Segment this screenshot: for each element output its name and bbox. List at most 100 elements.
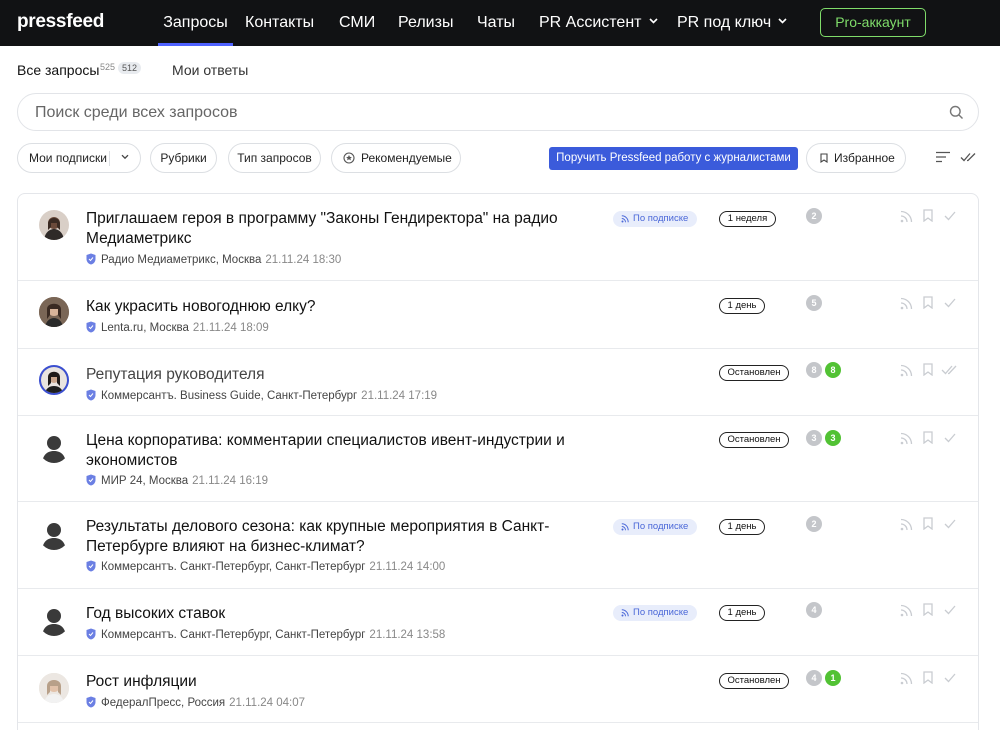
nav-pr-turnkey-label: PR под ключ xyxy=(677,14,772,31)
rss-subscribe-icon[interactable] xyxy=(900,432,913,445)
request-row[interactable]: Рост инфляции ФедералПресс, Россия 21.11.… xyxy=(18,656,978,723)
request-title[interactable]: Как украсить новогоднюю елку? xyxy=(86,297,586,317)
search-input[interactable] xyxy=(35,102,915,124)
bookmark-icon[interactable] xyxy=(923,603,933,616)
avatar xyxy=(39,433,69,463)
tab-my-answers[interactable]: Мои ответы xyxy=(172,62,248,78)
deadline-badge: Остановлен xyxy=(719,365,789,381)
bookmark-icon[interactable] xyxy=(923,431,933,444)
avatar xyxy=(39,673,69,703)
rubrics-filter[interactable]: Рубрики xyxy=(150,143,217,173)
double-check-icon[interactable] xyxy=(941,365,958,375)
check-icon[interactable] xyxy=(944,211,956,221)
check-icon[interactable] xyxy=(944,605,956,615)
nav-chats[interactable]: Чаты xyxy=(477,0,515,46)
pro-account-button[interactable]: Pro-аккаунт xyxy=(820,8,926,37)
subscription-badge: По подписке xyxy=(613,605,697,621)
request-title[interactable]: Результаты делового сезона: как крупные … xyxy=(86,517,586,557)
nav-pr-assistant[interactable]: PR Ассистент xyxy=(539,0,658,46)
request-meta: Радио Медиаметрикс, Москва 21.11.24 18:30 xyxy=(86,253,341,266)
request-source[interactable]: Коммерсантъ. Санкт-Петербург, Санкт-Пете… xyxy=(101,561,365,573)
my-subscriptions-filter[interactable]: Мои подписки xyxy=(17,143,141,173)
request-source[interactable]: Радио Медиаметрикс, Москва xyxy=(101,254,261,266)
request-row[interactable]: Цена корпоратива: комментарии специалист… xyxy=(18,416,978,502)
rss-icon xyxy=(621,609,629,617)
new-responses-badge: 1 xyxy=(825,670,841,686)
request-row[interactable]: Год высоких ставок Коммерсантъ. Санкт-Пе… xyxy=(18,589,978,656)
search-icon[interactable] xyxy=(949,105,964,120)
bookmark-icon[interactable] xyxy=(923,517,933,530)
nav-releases[interactable]: Релизы xyxy=(398,0,453,46)
avatar xyxy=(39,520,69,550)
request-title[interactable]: Цена корпоратива: комментарии специалист… xyxy=(86,431,586,471)
nav-contacts[interactable]: Контакты xyxy=(245,0,314,46)
chevron-down-icon xyxy=(648,18,658,24)
verified-shield-icon xyxy=(86,253,96,265)
search-bar xyxy=(17,93,979,131)
request-row[interactable]: Как украсить новогоднюю елку? Lenta.ru, … xyxy=(18,281,978,349)
request-meta: Коммерсантъ. Business Guide, Санкт-Петер… xyxy=(86,389,437,402)
request-source[interactable]: Коммерсантъ. Business Guide, Санкт-Петер… xyxy=(101,390,357,402)
request-meta: Коммерсантъ. Санкт-Петербург, Санкт-Пете… xyxy=(86,628,445,641)
request-row[interactable]: Приглашаем героя в программу "Законы Ген… xyxy=(18,194,978,281)
tab-all-requests[interactable]: Все запросы xyxy=(17,62,99,78)
request-source[interactable]: МИР 24, Москва xyxy=(101,475,188,487)
sort-icon[interactable] xyxy=(935,151,951,163)
rss-subscribe-icon[interactable] xyxy=(900,297,913,310)
avatar xyxy=(39,210,69,240)
verified-shield-icon xyxy=(86,628,96,640)
request-row[interactable]: Репутация руководителя Коммерсантъ. Busi… xyxy=(18,349,978,416)
recommended-filter[interactable]: Рекомендуемые xyxy=(331,143,461,173)
rss-subscribe-icon[interactable] xyxy=(900,518,913,531)
chevron-down-icon xyxy=(778,18,787,24)
deadline-badge: 1 день xyxy=(719,519,765,535)
verified-shield-icon xyxy=(86,560,96,572)
request-row[interactable]: Результаты делового сезона: как крупные … xyxy=(18,502,978,589)
bookmark-icon[interactable] xyxy=(923,209,933,222)
mark-all-read-icon[interactable] xyxy=(960,151,978,163)
responses-count-badge: 8 xyxy=(806,362,822,378)
favorites-label: Избранное xyxy=(834,151,895,165)
bookmark-icon[interactable] xyxy=(923,296,933,309)
chevron-down-icon[interactable] xyxy=(121,154,129,160)
request-source[interactable]: ФедералПресс, Россия xyxy=(101,697,225,709)
nav-pr-turnkey[interactable]: PR под ключ xyxy=(677,0,787,46)
responses-count-badge: 4 xyxy=(806,670,822,686)
delegate-pressfeed-button[interactable]: Поручить Pressfeed работу с журналистами xyxy=(549,147,798,170)
check-icon[interactable] xyxy=(944,433,956,443)
request-title[interactable]: Год высоких ставок xyxy=(86,604,586,624)
avatar xyxy=(39,297,69,327)
request-title[interactable]: Рост инфляции xyxy=(86,672,586,692)
rss-subscribe-icon[interactable] xyxy=(900,604,913,617)
my-subscriptions-label: Мои подписки xyxy=(29,151,107,165)
verified-shield-icon xyxy=(86,389,96,401)
all-requests-count: 525 xyxy=(100,62,116,72)
request-source[interactable]: Lenta.ru, Москва xyxy=(101,322,189,334)
rss-subscribe-icon[interactable] xyxy=(900,364,913,377)
verified-shield-icon xyxy=(86,696,96,708)
request-title[interactable]: Репутация руководителя xyxy=(86,365,586,385)
request-source[interactable]: Коммерсантъ. Санкт-Петербург, Санкт-Пете… xyxy=(101,629,365,641)
nav-pr-assistant-label: PR Ассистент xyxy=(539,14,642,31)
request-title[interactable]: Приглашаем героя в программу "Законы Ген… xyxy=(86,209,586,249)
request-type-filter[interactable]: Тип запросов xyxy=(228,143,321,173)
nav-media[interactable]: СМИ xyxy=(339,0,375,46)
bookmark-icon[interactable] xyxy=(923,671,933,684)
recommended-label: Рекомендуемые xyxy=(361,151,452,165)
rss-icon xyxy=(621,523,629,531)
deadline-badge: Остановлен xyxy=(719,432,789,448)
favorites-filter[interactable]: Избранное xyxy=(806,143,906,173)
check-icon[interactable] xyxy=(944,673,956,683)
rss-subscribe-icon[interactable] xyxy=(900,210,913,223)
bookmark-icon[interactable] xyxy=(923,363,933,376)
request-date: 21.11.24 13:58 xyxy=(369,629,446,641)
request-meta: Коммерсантъ. Санкт-Петербург, Санкт-Пете… xyxy=(86,560,445,573)
check-icon[interactable] xyxy=(944,298,956,308)
nav-requests[interactable]: Запросы xyxy=(158,0,233,46)
logo[interactable]: pressfeed xyxy=(17,11,104,33)
request-date: 21.11.24 14:00 xyxy=(369,561,446,573)
rss-subscribe-icon[interactable] xyxy=(900,672,913,685)
deadline-badge: 1 день xyxy=(719,298,765,314)
check-icon[interactable] xyxy=(944,519,956,529)
subscription-label: По подписке xyxy=(633,607,689,618)
